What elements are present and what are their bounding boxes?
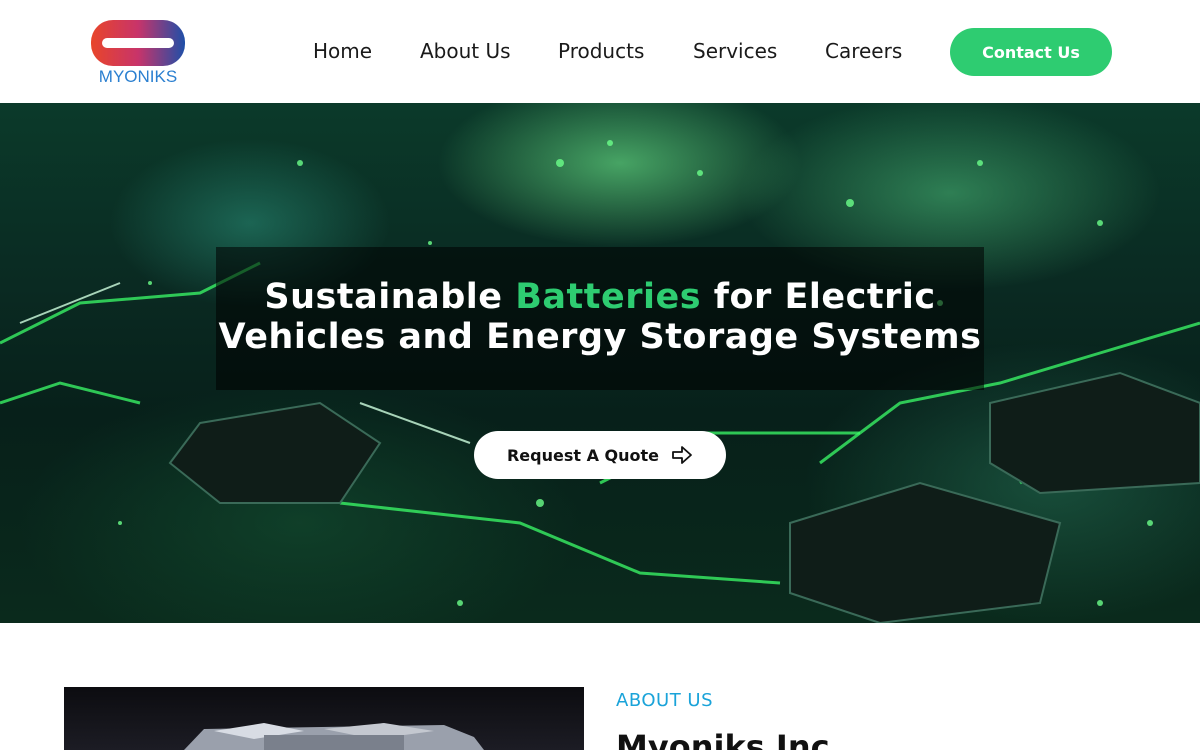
hero-title: Sustainable Batteries for Electric Vehic… <box>216 277 984 357</box>
hero-section: Sustainable Batteries for Electric Vehic… <box>0 103 1200 623</box>
hero-title-part1: Sustainable <box>264 277 516 317</box>
about-section-label: ABOUT US <box>616 690 714 711</box>
contact-us-button[interactable]: Contact Us <box>950 28 1112 76</box>
hero-title-accent: Batteries <box>515 277 702 317</box>
nav-careers[interactable]: Careers <box>825 39 902 63</box>
nav-services[interactable]: Services <box>693 39 777 63</box>
about-section-title: Myoniks Inc <box>616 728 830 750</box>
request-quote-label: Request A Quote <box>506 445 660 465</box>
nav-about-us[interactable]: About Us <box>420 39 511 63</box>
arrow-right-icon <box>672 446 692 464</box>
request-quote-button[interactable]: Request A Quote <box>474 431 726 479</box>
battery-pack-image <box>64 687 584 750</box>
nav-products[interactable]: Products <box>558 39 644 63</box>
site-header: MYONIKS Home About Us Products Services … <box>0 0 1200 103</box>
nav-home[interactable]: Home <box>313 39 372 63</box>
logo-wordmark: MYONIKS <box>99 67 177 86</box>
battery-pack-illustration <box>184 723 484 750</box>
